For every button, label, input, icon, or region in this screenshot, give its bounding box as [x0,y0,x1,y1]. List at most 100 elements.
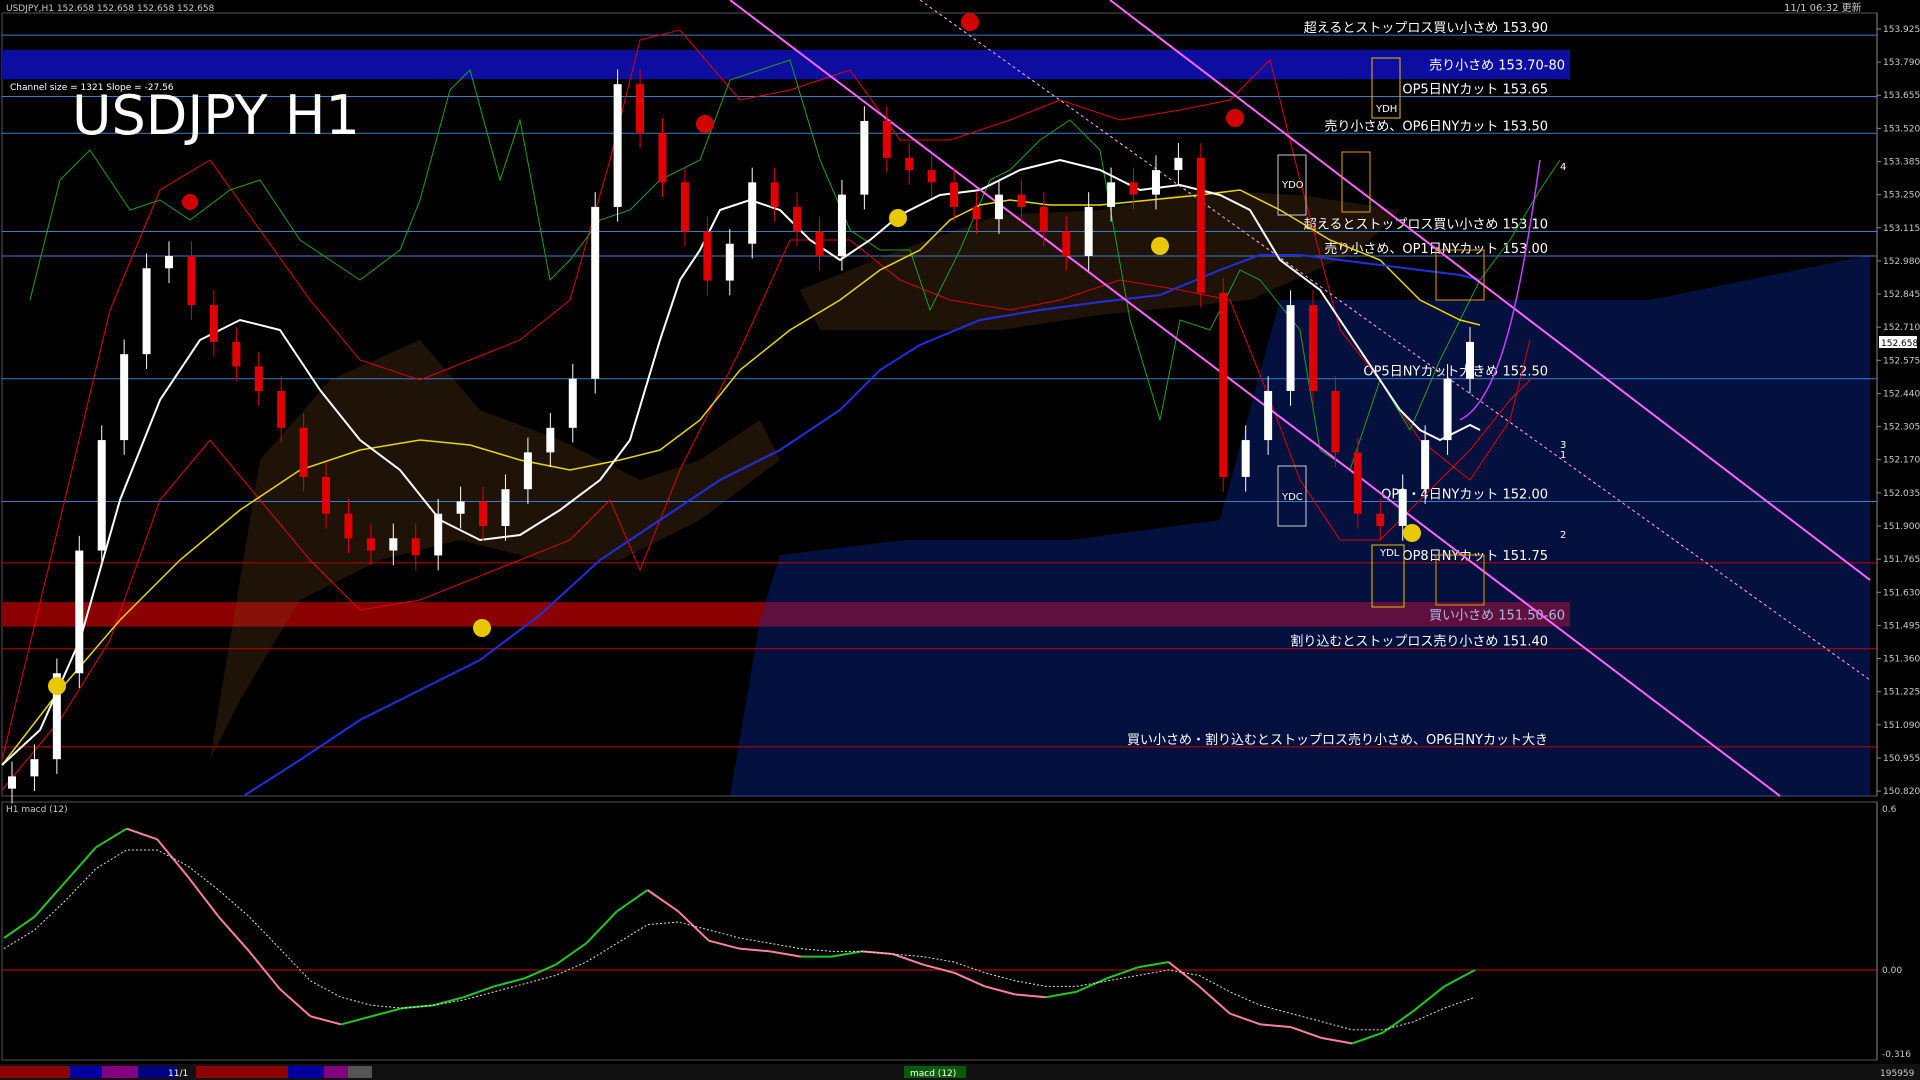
candle-body [725,243,734,281]
candle-body [860,121,869,195]
price-tick-label: 152.845 [1883,290,1920,300]
price-tick-label: 153.385 [1883,158,1920,168]
candle-body [434,513,443,556]
macd-title: H1 macd (12) [6,805,68,815]
candle-body [1241,440,1250,477]
box-label-ydo: YDO [1281,180,1304,191]
period-swatch[interactable] [288,1066,324,1078]
price-tick-label: 153.520 [1883,124,1920,134]
price-tick-label: 152.305 [1883,423,1920,433]
candle-body [1421,440,1430,490]
candle-body [950,182,959,207]
wave-label-2: 2 [1560,530,1566,541]
bottom-date-label: 11/1 [168,1069,188,1079]
price-tick-label: 152.575 [1883,356,1920,366]
price-level-label: 超えるとストップロス買い小さめ 153.90 [1304,21,1548,36]
candle-body [1264,391,1273,441]
price-tick-label: 153.925 [1883,25,1920,35]
candle-body [456,501,465,514]
candle-body [97,440,106,551]
candle-body [30,759,39,777]
price-tick-label: 153.115 [1883,224,1920,234]
candle-body [1466,341,1474,379]
fractal-up-marker [1226,109,1244,127]
price-tick-label: 152.170 [1883,456,1920,466]
bottom-period-bar[interactable]: macd (12) 195959 11/1 [0,1064,1920,1080]
candle-body [299,427,308,477]
candle-body [770,182,779,207]
current-price-label: 152.658 [1881,339,1918,349]
fractal-down-marker [48,677,66,695]
candle-body [1084,206,1093,256]
candle-body [344,513,353,539]
candle-body [1376,513,1385,526]
box-label-ydh: YDH [1375,104,1397,115]
fractal-down-marker [1151,237,1169,255]
candle-body [658,133,667,183]
candle-body [1151,170,1160,195]
candle-body [1062,231,1071,256]
price-tick-label: 152.980 [1883,257,1920,267]
candle-body [994,194,1003,220]
update-time: 11/1 06:32 更新 [1784,1,1862,14]
period-swatch[interactable] [196,1066,256,1078]
candle-body [523,452,532,490]
chart-title: USDJPY H1 [72,84,360,147]
box-label-ydl: YDL [1379,548,1400,559]
price-level-label: 売り小さめ、OP6日NYカット 153.50 [1324,118,1548,134]
candle-body [793,206,802,232]
fractal-up-marker [182,194,198,210]
fractal-down-marker [1403,524,1421,542]
candle-body [187,256,196,306]
candle-body [636,84,645,134]
period-swatch[interactable] [324,1066,348,1078]
candle-body [882,121,891,158]
candle-body [1196,157,1205,293]
candle-body [1174,157,1183,171]
fractal-down-marker [889,209,907,227]
candle-body [411,538,420,556]
candle-body [613,84,622,207]
price-tick-label: 153.655 [1883,91,1920,101]
candle-body [680,182,689,232]
candle-body [277,391,286,428]
price-tick-label: 151.360 [1883,655,1920,665]
candle-body [1443,378,1452,441]
candle-body [972,206,981,220]
period-swatch[interactable] [70,1066,102,1078]
wave-label-4: 4 [1560,162,1566,173]
candle-body [165,256,174,269]
price-level-label: 超えるとストップロス買い小さめ 153.10 [1304,217,1548,232]
price-level-label: OP8日NYカット 151.75 [1402,549,1548,564]
macd-axis-bottom: -0.316 [1882,1050,1911,1060]
candle-body [815,231,824,256]
candle-body [366,538,375,551]
period-swatch[interactable] [256,1066,288,1078]
period-swatch[interactable] [102,1066,138,1078]
price-tick-label: 151.765 [1883,555,1920,565]
candle-body [1286,305,1295,391]
fractal-down-marker [473,619,491,637]
price-tick-label: 152.710 [1883,323,1920,333]
candle-body [322,476,331,514]
price-tick-label: 152.440 [1883,389,1920,399]
candle-body [232,341,241,367]
macd-axis-zero: 0.00 [1882,966,1902,976]
candle-body [1129,182,1138,195]
period-swatch[interactable] [0,1066,70,1078]
price-tick-label: 153.250 [1883,191,1920,201]
candle-body [1017,194,1026,207]
wave-label-1: 1 [1560,450,1566,461]
candle-body [389,538,398,551]
price-level-label: 割り込むとストップロス売り小さめ 151.40 [1290,634,1548,650]
price-tick-label: 151.900 [1883,522,1920,532]
box-label-ydc: YDC [1281,492,1303,503]
price-level-label: OP5日NYカット 153.65 [1402,82,1548,97]
candle-body [1398,489,1407,526]
candle-body [1331,391,1340,453]
candle-body [75,550,84,674]
price-level-label: 買い小さめ・割り込むとストップロス売り小さめ、OP6日NYカット大き [1127,732,1548,748]
mt4-chart-window[interactable]: 売り小さめ 153.70-80買い小さめ 151.50-60 超えるとストップロ… [0,0,1920,1080]
candle-body [120,354,129,441]
period-swatch[interactable] [348,1066,372,1078]
